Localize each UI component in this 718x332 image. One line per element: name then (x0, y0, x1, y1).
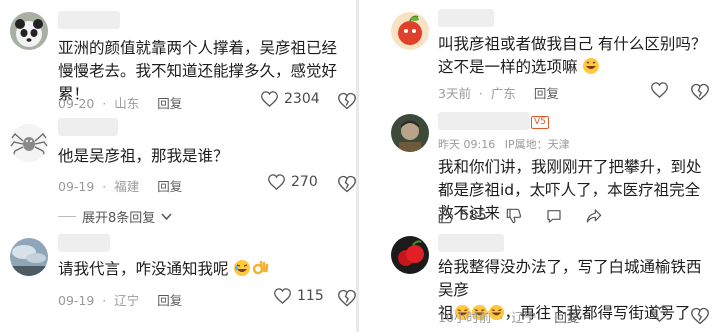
comment-text: 他是吴彦祖，那我是谁？ (58, 147, 229, 165)
comment-item: 请我代言，咋没通知我呢 09-19 · 辽宁 回复 115 (0, 232, 359, 332)
like-count: 2304 (284, 91, 320, 107)
left-comment-column: 亚洲的颜值就靠两个人撑着，吴彦祖已经慢慢老去。我不知道还能撑多久，感觉好累！ 0… (0, 0, 359, 332)
like-count: 270 (291, 174, 318, 190)
level-badge: V5 (531, 116, 549, 129)
heart-icon (651, 306, 668, 322)
expand-label: 展开8条回复 (82, 211, 156, 226)
broken-heart-icon[interactable] (691, 83, 709, 101)
comment-item: 叫我彦祖或者做我自己 有什么区别吗？ 这不是一样的选项嘛 3天前 · 广东 回复 (359, 0, 718, 108)
comment-location: 广东 (490, 86, 516, 101)
reply-button[interactable]: 回复 (554, 310, 579, 325)
like-button[interactable]: 115 (274, 288, 324, 304)
comment-meta: 3天前 · 广东 回复 (438, 86, 559, 101)
comment-date: 09-19 (58, 293, 95, 308)
comment-time: 昨天 09:16 (438, 138, 496, 151)
reply-button[interactable]: 回复 (157, 293, 182, 308)
comment-location: 辽宁 (114, 293, 140, 308)
comment-date: 09-19 (58, 179, 95, 194)
panda-avatar-icon[interactable] (10, 12, 48, 50)
username-redacted[interactable] (438, 112, 530, 130)
username-redacted[interactable] (58, 234, 110, 252)
username-redacted[interactable] (438, 234, 504, 252)
expand-replies-button[interactable]: 展开8条回复 (58, 207, 172, 226)
comment-meta: 09-19 · 辽宁 回复 (58, 293, 183, 308)
comment-location: 辽宁 (511, 310, 537, 325)
comment-item: V5 昨天 09:16 IP属地：天津 我和你们讲，我刚刚开了把攀升，到处都是彦… (359, 108, 718, 232)
expand-divider (58, 216, 76, 217)
like-button[interactable]: 2304 (261, 91, 320, 107)
username-redacted[interactable] (58, 11, 120, 29)
sky-avatar-icon[interactable] (10, 238, 48, 276)
thumbs-up-icon (438, 208, 453, 224)
broken-heart-icon[interactable] (338, 92, 356, 110)
comment-item: 给我整得没办法了，写了白城通榆铁西吴彦 祖，再往下我都得写街道号了 10小时前 … (359, 232, 718, 332)
reply-button[interactable]: 回复 (534, 86, 559, 101)
warrior-avatar-icon[interactable] (391, 114, 429, 152)
comment-date: 10小时前 (438, 310, 492, 325)
comment-meta: 09-19 · 福建 回复 (58, 179, 183, 194)
like-count: 115 (297, 288, 324, 304)
broken-heart-icon[interactable] (338, 175, 356, 193)
comment-text-line1: 给我整得没办法了，写了白城通榆铁西吴彦 (438, 258, 702, 299)
broken-heart-icon[interactable] (691, 307, 709, 325)
fruit-avatar-icon[interactable] (391, 12, 429, 50)
comment-meta: 昨天 09:16 IP属地：天津 (438, 136, 570, 152)
heart-icon (268, 174, 285, 190)
chevron-down-icon (161, 212, 172, 220)
like-button[interactable] (651, 82, 668, 98)
grinning-emoji-icon (583, 58, 600, 74)
comment-meta: 10小时前 · 辽宁 回复 (438, 310, 580, 325)
comment-location: 山东 (114, 96, 140, 111)
ok-hand-emoji-icon (253, 260, 269, 275)
ip-location: IP属地：天津 (504, 138, 570, 151)
like-count: 585 (460, 208, 487, 224)
comment-date: 3天前 (438, 86, 471, 101)
rolling-laughing-emoji-icon (234, 260, 251, 276)
comment-location: 福建 (114, 179, 140, 194)
comment-date: 09-20 (58, 96, 95, 111)
comment-text: 请我代言，咋没通知我呢 (58, 258, 350, 281)
comment-item: 亚洲的颜值就靠两个人撑着，吴彦祖已经慢慢老去。我不知道还能撑多久，感觉好累！ 0… (0, 0, 359, 112)
comment-text-body: 请我代言，咋没通知我呢 (58, 260, 229, 278)
like-button[interactable]: 585 (438, 208, 487, 224)
heart-icon (261, 91, 278, 107)
red-fruit-avatar-icon[interactable] (391, 236, 429, 274)
broken-heart-icon[interactable] (338, 289, 356, 307)
share-icon[interactable] (586, 208, 602, 224)
like-button[interactable] (651, 306, 668, 322)
comment-item: 他是吴彦祖，那我是谁？ 09-19 · 福建 回复 270 展开8条回复 (0, 112, 359, 232)
username-redacted[interactable] (58, 118, 118, 136)
thumbs-down-icon[interactable] (506, 208, 522, 224)
reply-button[interactable]: 回复 (157, 96, 182, 111)
like-button[interactable]: 270 (268, 174, 318, 190)
comment-meta: 09-20 · 山东 回复 (58, 96, 183, 111)
comment-text: 叫我彦祖或者做我自己 有什么区别吗？ 这不是一样的选项嘛 (438, 33, 713, 79)
right-comment-column: 叫我彦祖或者做我自己 有什么区别吗？ 这不是一样的选项嘛 3天前 · 广东 回复… (359, 0, 718, 332)
username-redacted[interactable] (438, 9, 494, 27)
reply-button[interactable]: 回复 (157, 179, 182, 194)
spider-avatar-icon[interactable] (10, 124, 48, 162)
heart-icon (651, 82, 668, 98)
comment-bubble-icon[interactable] (546, 208, 562, 224)
comment-text-body: 叫我彦祖或者做我自己 有什么区别吗？ 这不是一样的选项嘛 (438, 35, 707, 76)
heart-icon (274, 288, 291, 304)
